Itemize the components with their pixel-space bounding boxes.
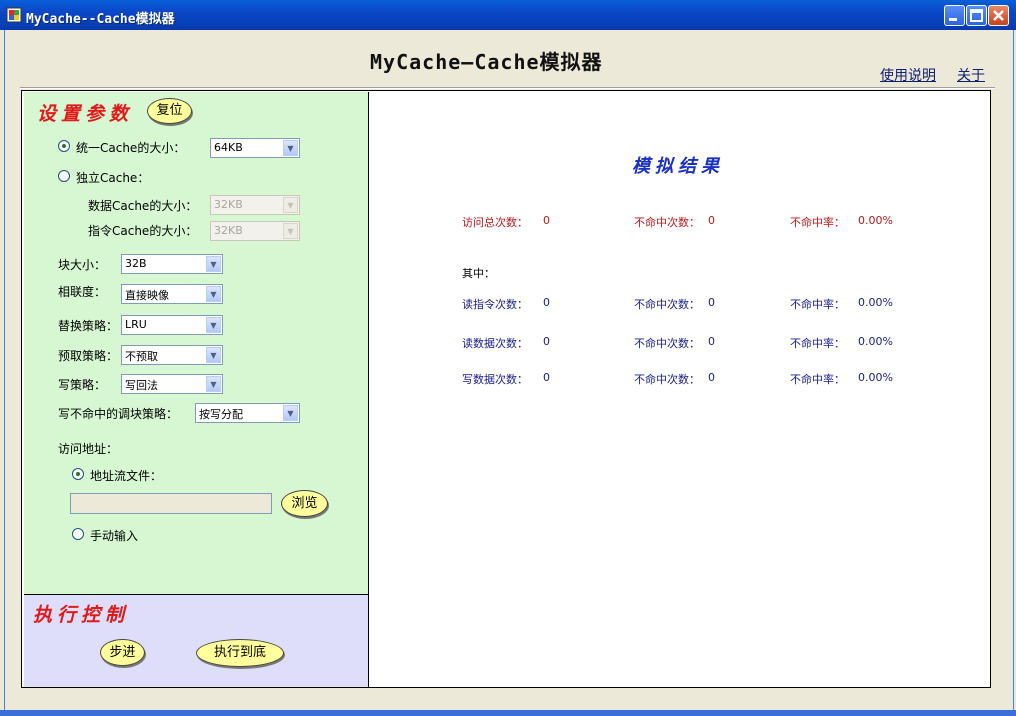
read-inst-value: 0 (543, 296, 550, 309)
write-miss-value: 按写分配 (199, 408, 243, 421)
chevron-down-icon: ▼ (206, 256, 221, 272)
inst-cache-value: 32KB (214, 224, 243, 237)
chevron-down-icon: ▼ (283, 223, 298, 239)
window-title: MyCache--Cache模拟器 (26, 12, 175, 27)
write-data-label: 写数据次数： (462, 373, 528, 386)
unified-cache-select[interactable]: 64KB ▼ (210, 138, 300, 158)
address-label: 访问地址： (58, 442, 119, 456)
inst-cache-select[interactable]: 32KB ▼ (210, 221, 300, 241)
block-size-label: 块大小： (58, 258, 107, 272)
reset-button[interactable]: 复位 (147, 98, 192, 124)
chevron-down-icon: ▼ (206, 347, 221, 363)
prefetch-label: 预取策略： (58, 349, 119, 363)
read-inst-label: 读指令次数： (462, 298, 528, 311)
unified-cache-label: 统一Cache的大小： (76, 141, 186, 155)
help-link[interactable]: 使用说明 (880, 65, 936, 85)
close-icon (993, 10, 1004, 21)
split-cache-label: 独立Cache： (76, 171, 150, 185)
sub-label: 其中： (462, 267, 495, 280)
address-file-input[interactable] (70, 493, 272, 514)
block-size-select[interactable]: 32B ▼ (121, 254, 223, 274)
exec-title: 执行控制 (33, 604, 130, 626)
read-data-label: 读数据次数： (462, 337, 528, 350)
total-miss-value: 0 (708, 214, 715, 227)
address-file-label: 地址流文件： (90, 469, 163, 483)
settings-panel (24, 92, 369, 595)
total-access-label: 访问总次数： (462, 216, 528, 229)
minimize-button[interactable] (944, 5, 965, 26)
chevron-down-icon: ▼ (206, 317, 221, 333)
about-link[interactable]: 关于 (957, 65, 985, 85)
read-inst-miss-value: 0 (708, 296, 715, 309)
write-value: 写回法 (125, 379, 158, 392)
replace-select[interactable]: LRU ▼ (121, 315, 223, 335)
maximize-button[interactable] (966, 5, 987, 26)
address-file-radio[interactable] (72, 468, 84, 480)
results-title: 模拟结果 (632, 156, 724, 177)
read-data-value: 0 (543, 335, 550, 348)
unified-cache-radio[interactable] (58, 140, 70, 152)
replace-value: LRU (125, 318, 147, 331)
assoc-value: 直接映像 (125, 289, 169, 302)
settings-title: 设置参数 (37, 103, 134, 125)
browse-button[interactable]: 浏览 (281, 490, 328, 517)
block-size-value: 32B (125, 257, 147, 270)
unified-cache-value: 64KB (214, 141, 243, 154)
write-miss-select[interactable]: 按写分配 ▼ (195, 403, 300, 423)
write-label: 写策略： (58, 378, 107, 392)
read-data-rate-value: 0.00% (858, 335, 893, 348)
read-inst-rate-value: 0.00% (858, 296, 893, 309)
data-cache-select[interactable]: 32KB ▼ (210, 195, 300, 215)
prefetch-select[interactable]: 不预取 ▼ (121, 345, 223, 365)
taskbar[interactable] (0, 710, 1016, 716)
run-to-end-button[interactable]: 执行到底 (196, 639, 284, 667)
replace-label: 替换策略： (58, 319, 119, 333)
write-miss-label: 写不命中的调块策略： (58, 407, 179, 421)
assoc-label: 相联度： (58, 285, 107, 299)
step-button[interactable]: 步进 (100, 639, 145, 666)
app-icon[interactable] (6, 7, 22, 23)
app-title: MyCache—Cache模拟器 (370, 50, 603, 74)
total-rate-label: 不命中率： (790, 216, 845, 229)
close-button[interactable] (988, 5, 1009, 26)
maximize-icon (970, 9, 983, 22)
prefetch-value: 不预取 (125, 350, 158, 363)
read-data-miss-value: 0 (708, 335, 715, 348)
split-cache-radio[interactable] (58, 170, 70, 182)
read-data-miss-label: 不命中次数： (634, 337, 700, 350)
header-divider (20, 87, 995, 89)
chevron-down-icon: ▼ (283, 197, 298, 213)
data-cache-value: 32KB (214, 198, 243, 211)
write-data-miss-value: 0 (708, 371, 715, 384)
chevron-down-icon: ▼ (283, 405, 298, 421)
manual-input-radio[interactable] (72, 528, 84, 540)
total-access-value: 0 (543, 214, 550, 227)
write-data-rate-label: 不命中率： (790, 373, 845, 386)
write-data-rate-value: 0.00% (858, 371, 893, 384)
read-inst-miss-label: 不命中次数： (634, 298, 700, 311)
manual-input-label: 手动输入 (90, 529, 139, 543)
minimize-icon (949, 18, 957, 21)
chevron-down-icon: ▼ (283, 140, 298, 156)
write-select[interactable]: 写回法 ▼ (121, 374, 223, 394)
read-data-rate-label: 不命中率： (790, 337, 845, 350)
total-miss-label: 不命中次数： (634, 216, 700, 229)
assoc-select[interactable]: 直接映像 ▼ (121, 284, 223, 304)
total-rate-value: 0.00% (858, 214, 893, 227)
write-data-miss-label: 不命中次数： (634, 373, 700, 386)
chevron-down-icon: ▼ (206, 376, 221, 392)
write-data-value: 0 (543, 371, 550, 384)
data-cache-label: 数据Cache的大小： (88, 199, 198, 213)
chevron-down-icon: ▼ (206, 286, 221, 302)
read-inst-rate-label: 不命中率： (790, 298, 845, 311)
inst-cache-label: 指令Cache的大小： (88, 224, 198, 238)
